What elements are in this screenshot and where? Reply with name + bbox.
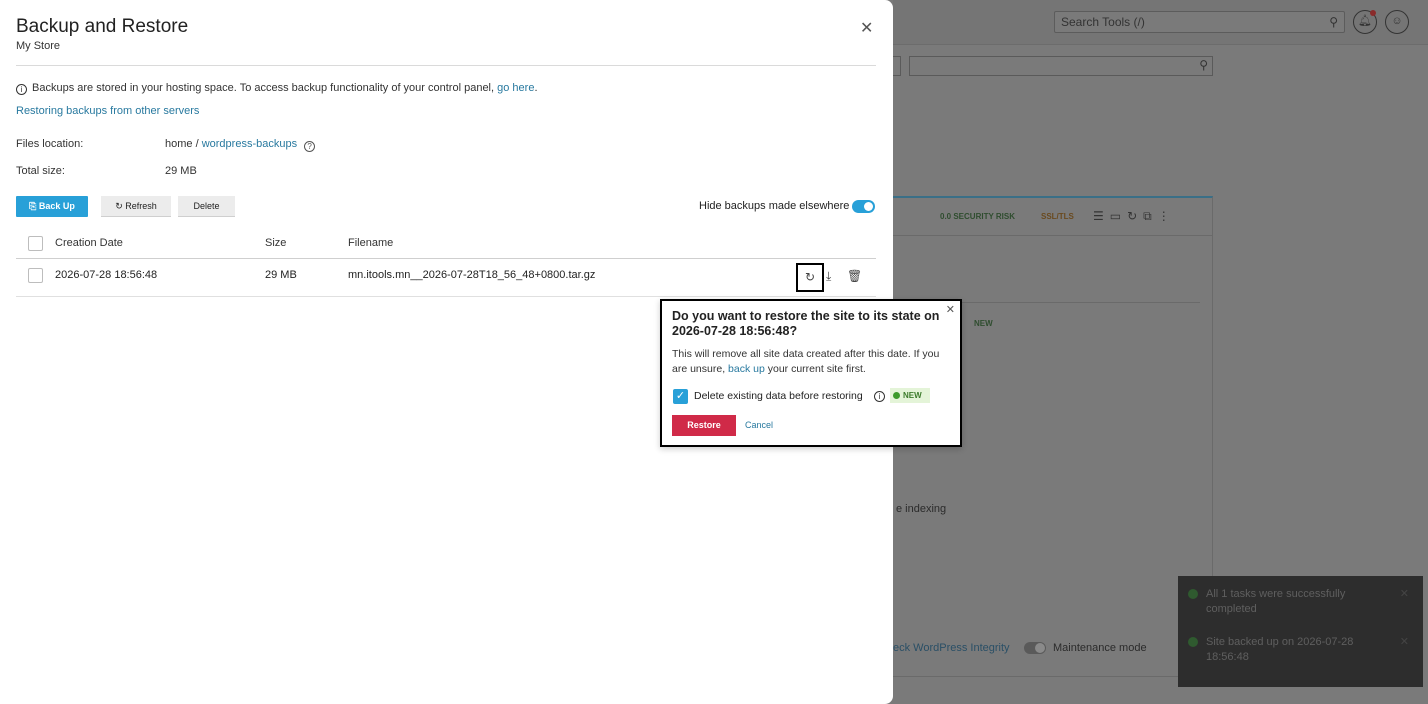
- files-location-value: home / wordpress-backups ?: [165, 138, 316, 152]
- hide-backups-toggle[interactable]: [852, 200, 875, 213]
- total-size-value: 29 MB: [165, 165, 197, 177]
- column-header-creation-date[interactable]: Creation Date: [55, 237, 123, 249]
- refresh-icon: ↻: [115, 201, 123, 211]
- check-circle-icon: [1188, 637, 1198, 647]
- toast-item: Site backed up on 2026-07-28 18:56:48: [1188, 635, 1390, 665]
- toast-close-icon[interactable]: ✕: [1400, 587, 1409, 600]
- backup-icon: ⎘: [29, 201, 37, 211]
- delete-existing-data-checkbox[interactable]: ✓: [673, 389, 688, 404]
- new-badge-label: NEW: [903, 391, 922, 400]
- column-header-size[interactable]: Size: [265, 237, 286, 249]
- restore-backup-button[interactable]: ↻: [796, 263, 824, 292]
- background-ssl-badge: SSL/TLS: [1041, 212, 1074, 221]
- background-search-placeholder: Search Tools (/): [1061, 15, 1145, 29]
- refresh-button[interactable]: ↻ Refresh: [101, 196, 171, 217]
- background-footer: [893, 676, 1213, 704]
- refresh-label: Refresh: [125, 201, 157, 211]
- popover-title: Do you want to restore the site to its s…: [672, 309, 940, 338]
- back-up-label: Back Up: [38, 201, 75, 211]
- row-checkbox[interactable]: [28, 268, 43, 283]
- search-icon: ⚲: [1329, 15, 1338, 29]
- wordpress-backups-link[interactable]: wordpress-backups: [202, 138, 297, 150]
- row-filename: mn.itools.mn__2026-07-28T18_56_48+0800.t…: [348, 269, 596, 281]
- hide-backups-label: Hide backups made elsewhere: [699, 200, 850, 212]
- delete-existing-data-label: Delete existing data before restoring: [694, 390, 863, 402]
- background-card-icons: ☰▭↻⧉⋮: [1093, 209, 1176, 223]
- background-filter-input: ⚲: [909, 56, 1213, 76]
- background-integrity-link: eck WordPress Integrity: [893, 642, 1010, 654]
- background-security-badge: 0.0 SECURITY RISK: [940, 212, 1015, 221]
- delete-button[interactable]: Delete: [178, 196, 235, 217]
- cancel-button[interactable]: Cancel: [745, 420, 773, 430]
- trash-icon[interactable]: 🗑︎: [847, 269, 862, 283]
- background-indexing-label: e indexing: [896, 503, 947, 515]
- popover-close-icon[interactable]: ✕: [946, 303, 955, 316]
- download-icon[interactable]: ⤓: [826, 269, 831, 284]
- total-size-label: Total size:: [16, 165, 65, 177]
- row-size: 29 MB: [265, 269, 297, 281]
- restore-button[interactable]: Restore: [672, 415, 736, 436]
- info-period: .: [534, 82, 538, 94]
- toast-close-icon[interactable]: ✕: [1400, 635, 1409, 648]
- toast-text: All 1 tasks were successfully completed: [1206, 588, 1346, 615]
- restore-other-servers-link[interactable]: Restoring backups from other servers: [16, 105, 199, 117]
- files-location-prefix: home /: [165, 138, 199, 150]
- files-location-label: Files location:: [16, 138, 84, 150]
- restore-icon: ↻: [804, 270, 816, 284]
- background-search-input: Search Tools (/) ⚲: [1054, 11, 1345, 33]
- toast-item: All 1 tasks were successfully completed: [1188, 587, 1390, 617]
- back-up-link[interactable]: back up: [728, 363, 765, 375]
- row-creation-date: 2026-07-28 18:56:48: [55, 269, 158, 281]
- new-badge: NEW: [890, 388, 930, 403]
- go-here-link[interactable]: go here: [497, 82, 534, 94]
- select-all-checkbox[interactable]: [28, 236, 43, 251]
- info-icon[interactable]: i: [874, 391, 885, 402]
- dialog-title: Backup and Restore: [16, 16, 189, 37]
- popover-body-text-end: your current site first.: [767, 363, 866, 375]
- info-text: Backups are stored in your hosting space…: [32, 82, 495, 94]
- background-maintenance-toggle: [1024, 642, 1046, 654]
- info-message: i Backups are stored in your hosting spac…: [16, 82, 538, 95]
- restore-confirm-popover: ✕ Do you want to restore the site to its…: [660, 299, 962, 447]
- dialog-close-button[interactable]: ✕: [860, 18, 873, 38]
- dialog-subtitle: My Store: [16, 40, 61, 52]
- user-icon: ☺: [1385, 10, 1409, 34]
- search-icon: ⚲: [1199, 58, 1208, 72]
- background-maintenance-label: Maintenance mode: [1053, 642, 1147, 654]
- background-new-badge: NEW: [974, 319, 993, 328]
- dialog-divider: [16, 65, 876, 66]
- help-icon[interactable]: ?: [304, 141, 316, 152]
- popover-body: This will remove all site data created a…: [672, 347, 947, 377]
- check-circle-icon: [1188, 589, 1198, 599]
- toast-text: Site backed up on 2026-07-28 18:56:48: [1206, 636, 1354, 663]
- table-row-divider: [16, 296, 876, 297]
- new-badge-dot-icon: [893, 392, 900, 399]
- table-header-divider: [16, 258, 876, 259]
- back-up-button[interactable]: ⎘ Back Up: [16, 196, 88, 217]
- notification-dot: [1370, 10, 1376, 16]
- info-icon: i: [16, 84, 27, 95]
- background-input-left: [893, 56, 901, 76]
- column-header-filename[interactable]: Filename: [348, 237, 393, 249]
- toast-panel: All 1 tasks were successfully completed …: [1178, 576, 1423, 687]
